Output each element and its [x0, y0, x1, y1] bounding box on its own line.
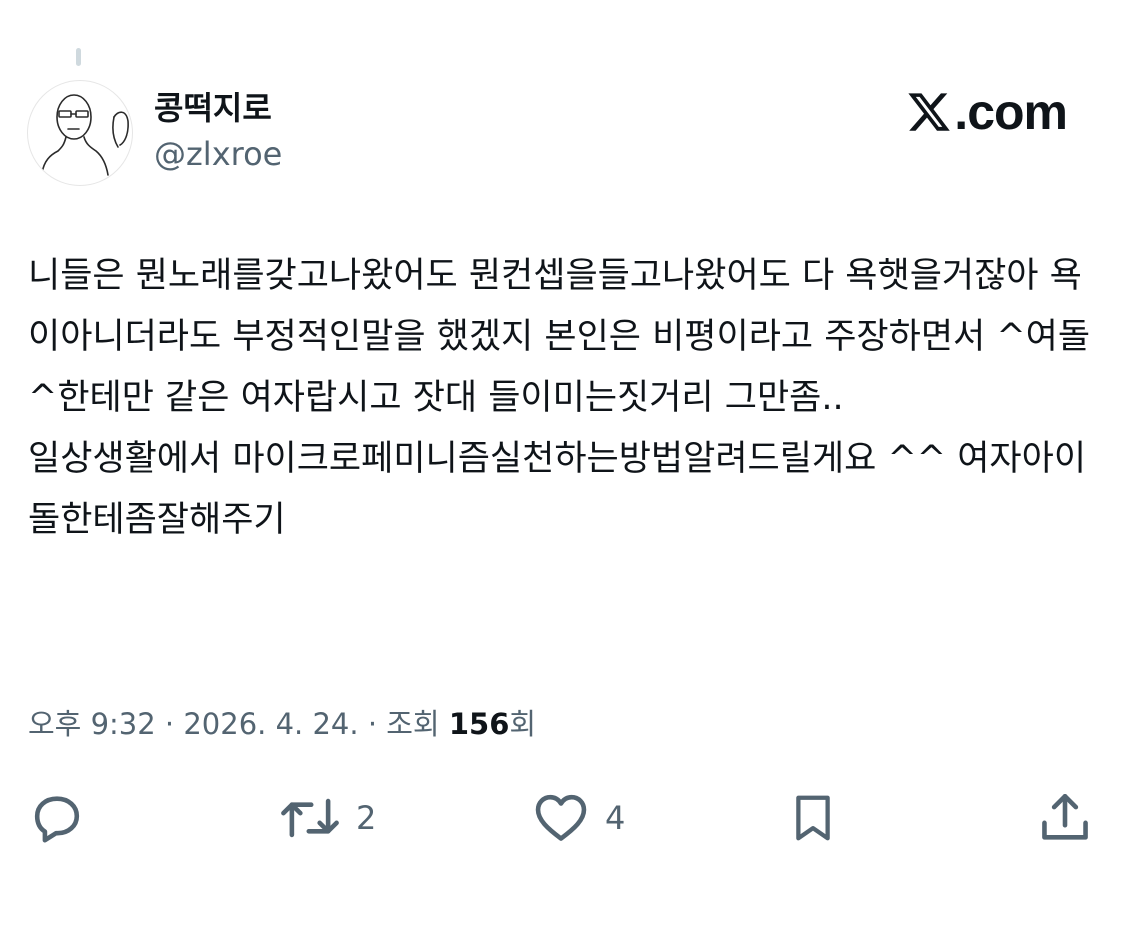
reply-button[interactable]	[28, 786, 100, 850]
bookmark-icon	[796, 795, 830, 841]
heart-icon	[535, 794, 587, 841]
retweet-button[interactable]: 2	[278, 786, 376, 850]
cropped-text-fragment	[515, 0, 605, 4]
reply-icon	[34, 796, 80, 843]
tweet-meta: 오후 9:32 · 2026. 4. 24. · 조회 156회	[28, 700, 536, 748]
action-bar: 2 4	[0, 786, 1125, 850]
share-icon	[1042, 793, 1088, 840]
avatar[interactable]	[27, 80, 133, 186]
author-display-name[interactable]: 콩떡지로	[154, 88, 272, 128]
retweet-icon	[281, 798, 339, 838]
tweet-text: 니들은 뭔노래를갖고나왔어도 뭔컨셉을들고나왔어도 다 욕햇을거잖아 욕이아니더…	[28, 256, 1091, 540]
author-handle[interactable]: @zlxroe	[154, 134, 282, 174]
like-count: 4	[605, 799, 626, 837]
like-button[interactable]: 4	[531, 786, 625, 850]
tweet-timestamp[interactable]: 오후 9:32 · 2026. 4. 24. · 조회	[28, 707, 449, 741]
retweet-count: 2	[356, 799, 377, 837]
bookmark-button[interactable]	[786, 786, 854, 850]
views-count: 156	[448, 707, 510, 741]
site-watermark: .com	[906, 82, 1068, 142]
site-domain-text: .com	[954, 84, 1068, 140]
share-button[interactable]	[1036, 786, 1108, 850]
x-logo-icon	[908, 93, 951, 131]
avatar-drawing-icon	[41, 94, 129, 176]
thread-connector-line	[76, 48, 81, 66]
views-suffix: 회	[509, 707, 537, 741]
